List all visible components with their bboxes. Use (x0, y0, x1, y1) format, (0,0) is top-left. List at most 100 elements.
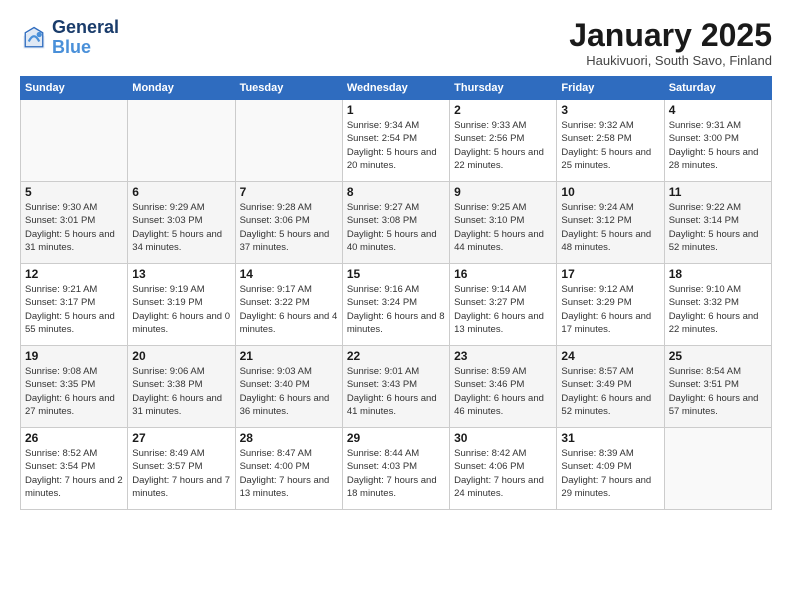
day-detail: Sunrise: 9:19 AMSunset: 3:19 PMDaylight:… (132, 283, 230, 336)
day-number: 29 (347, 431, 445, 445)
day-number: 11 (669, 185, 767, 199)
day-number: 22 (347, 349, 445, 363)
calendar-cell: 15 Sunrise: 9:16 AMSunset: 3:24 PMDayligh… (342, 264, 449, 346)
calendar-cell: 18Sunrise: 9:10 AMSunset: 3:32 PMDayligh… (664, 264, 771, 346)
day-number: 9 (454, 185, 552, 199)
weekday-header-tuesday: Tuesday (235, 77, 342, 100)
calendar-cell: 24 Sunrise: 8:57 AMSunset: 3:49 PMDayligh… (557, 346, 664, 428)
calendar-cell: 23 Sunrise: 8:59 AMSunset: 3:46 PMDayligh… (450, 346, 557, 428)
calendar-cell: 13 Sunrise: 9:19 AMSunset: 3:19 PMDayligh… (128, 264, 235, 346)
day-detail: Sunrise: 8:42 AMSunset: 4:06 PMDaylight:… (454, 447, 552, 500)
day-number: 14 (240, 267, 338, 281)
day-number: 8 (347, 185, 445, 199)
page: General Blue January 2025 Haukivuori, So… (0, 0, 792, 612)
day-number: 30 (454, 431, 552, 445)
calendar-cell: 21 Sunrise: 9:03 AMSunset: 3:40 PMDayligh… (235, 346, 342, 428)
calendar-table: SundayMondayTuesdayWednesdayThursdayFrid… (20, 76, 772, 510)
calendar-cell: 8 Sunrise: 9:27 AMSunset: 3:08 PMDaylight… (342, 182, 449, 264)
calendar-cell: 14 Sunrise: 9:17 AMSunset: 3:22 PMDayligh… (235, 264, 342, 346)
day-number: 25 (669, 349, 767, 363)
day-detail: Sunrise: 8:52 AMSunset: 3:54 PMDaylight:… (25, 447, 123, 500)
day-detail: Sunrise: 9:03 AMSunset: 3:40 PMDaylight:… (240, 365, 338, 418)
day-detail: Sunrise: 9:28 AMSunset: 3:06 PMDaylight:… (240, 201, 338, 254)
day-number: 26 (25, 431, 123, 445)
day-detail: Sunrise: 9:06 AMSunset: 3:38 PMDaylight:… (132, 365, 230, 418)
day-number: 7 (240, 185, 338, 199)
day-number: 27 (132, 431, 230, 445)
day-number: 15 (347, 267, 445, 281)
day-number: 12 (25, 267, 123, 281)
day-detail: Sunrise: 9:31 AMSunset: 3:00 PMDaylight:… (669, 119, 767, 172)
day-detail: Sunrise: 9:29 AMSunset: 3:03 PMDaylight:… (132, 201, 230, 254)
day-detail: Sunrise: 9:25 AMSunset: 3:10 PMDaylight:… (454, 201, 552, 254)
calendar-cell: 25 Sunrise: 8:54 AMSunset: 3:51 PMDayligh… (664, 346, 771, 428)
calendar-cell: 11 Sunrise: 9:22 AMSunset: 3:14 PMDayligh… (664, 182, 771, 264)
day-detail: Sunrise: 8:54 AMSunset: 3:51 PMDaylight:… (669, 365, 767, 418)
day-detail: Sunrise: 9:22 AMSunset: 3:14 PMDaylight:… (669, 201, 767, 254)
header: General Blue January 2025 Haukivuori, So… (20, 18, 772, 68)
day-number: 13 (132, 267, 230, 281)
day-number: 17 (561, 267, 659, 281)
day-number: 20 (132, 349, 230, 363)
day-number: 31 (561, 431, 659, 445)
day-detail: Sunrise: 8:49 AMSunset: 3:57 PMDaylight:… (132, 447, 230, 500)
calendar-week-5: 26 Sunrise: 8:52 AMSunset: 3:54 PMDayligh… (21, 428, 772, 510)
location: Haukivuori, South Savo, Finland (569, 53, 772, 68)
calendar-cell: 7 Sunrise: 9:28 AMSunset: 3:06 PMDaylight… (235, 182, 342, 264)
calendar-cell: 6 Sunrise: 9:29 AMSunset: 3:03 PMDaylight… (128, 182, 235, 264)
day-detail: Sunrise: 8:47 AMSunset: 4:00 PMDaylight:… (240, 447, 338, 500)
calendar-cell: 27 Sunrise: 8:49 AMSunset: 3:57 PMDayligh… (128, 428, 235, 510)
calendar-week-2: 5Sunrise: 9:30 AMSunset: 3:01 PMDaylight… (21, 182, 772, 264)
calendar-cell: 1Sunrise: 9:34 AMSunset: 2:54 PMDaylight… (342, 100, 449, 182)
day-detail: Sunrise: 8:57 AMSunset: 3:49 PMDaylight:… (561, 365, 659, 418)
title-block: January 2025 Haukivuori, South Savo, Fin… (569, 18, 772, 68)
day-number: 23 (454, 349, 552, 363)
day-detail: Sunrise: 9:17 AMSunset: 3:22 PMDaylight:… (240, 283, 338, 336)
day-detail: Sunrise: 9:16 AMSunset: 3:24 PMDaylight:… (347, 283, 445, 336)
day-number: 28 (240, 431, 338, 445)
calendar-cell (128, 100, 235, 182)
day-detail: Sunrise: 9:14 AMSunset: 3:27 PMDaylight:… (454, 283, 552, 336)
logo-icon (20, 24, 48, 52)
day-detail: Sunrise: 9:30 AMSunset: 3:01 PMDaylight:… (25, 201, 123, 254)
day-detail: Sunrise: 8:59 AMSunset: 3:46 PMDaylight:… (454, 365, 552, 418)
calendar-cell: 17 Sunrise: 9:12 AMSunset: 3:29 PMDayligh… (557, 264, 664, 346)
calendar-week-1: 1Sunrise: 9:34 AMSunset: 2:54 PMDaylight… (21, 100, 772, 182)
calendar-cell: 9 Sunrise: 9:25 AMSunset: 3:10 PMDaylight… (450, 182, 557, 264)
calendar-cell: 3 Sunrise: 9:32 AMSunset: 2:58 PMDaylight… (557, 100, 664, 182)
calendar-cell (21, 100, 128, 182)
weekday-header-sunday: Sunday (21, 77, 128, 100)
day-number: 16 (454, 267, 552, 281)
day-number: 21 (240, 349, 338, 363)
calendar-cell: 4Sunrise: 9:31 AMSunset: 3:00 PMDaylight… (664, 100, 771, 182)
day-number: 2 (454, 103, 552, 117)
calendar-cell: 2Sunrise: 9:33 AMSunset: 2:56 PMDaylight… (450, 100, 557, 182)
day-number: 3 (561, 103, 659, 117)
day-detail: Sunrise: 9:32 AMSunset: 2:58 PMDaylight:… (561, 119, 659, 172)
day-detail: Sunrise: 8:39 AMSunset: 4:09 PMDaylight:… (561, 447, 659, 500)
day-detail: Sunrise: 9:12 AMSunset: 3:29 PMDaylight:… (561, 283, 659, 336)
calendar-week-4: 19Sunrise: 9:08 AMSunset: 3:35 PMDayligh… (21, 346, 772, 428)
weekday-header-wednesday: Wednesday (342, 77, 449, 100)
calendar-cell: 12 Sunrise: 9:21 AMSunset: 3:17 PMDayligh… (21, 264, 128, 346)
calendar-cell: 20 Sunrise: 9:06 AMSunset: 3:38 PMDayligh… (128, 346, 235, 428)
calendar-cell: 31 Sunrise: 8:39 AMSunset: 4:09 PMDayligh… (557, 428, 664, 510)
day-number: 10 (561, 185, 659, 199)
weekday-header-friday: Friday (557, 77, 664, 100)
day-detail: Sunrise: 9:21 AMSunset: 3:17 PMDaylight:… (25, 283, 123, 336)
calendar-cell (235, 100, 342, 182)
day-detail: Sunrise: 9:08 AMSunset: 3:35 PMDaylight:… (25, 365, 123, 418)
calendar-cell: 16 Sunrise: 9:14 AMSunset: 3:27 PMDayligh… (450, 264, 557, 346)
calendar-cell: 28 Sunrise: 8:47 AMSunset: 4:00 PMDayligh… (235, 428, 342, 510)
calendar-cell (664, 428, 771, 510)
day-detail: Sunrise: 9:34 AMSunset: 2:54 PMDaylight:… (347, 119, 445, 172)
logo-text: General Blue (52, 18, 119, 58)
weekday-header-row: SundayMondayTuesdayWednesdayThursdayFrid… (21, 77, 772, 100)
day-number: 24 (561, 349, 659, 363)
weekday-header-saturday: Saturday (664, 77, 771, 100)
calendar-cell: 10Sunrise: 9:24 AMSunset: 3:12 PMDayligh… (557, 182, 664, 264)
day-detail: Sunrise: 9:27 AMSunset: 3:08 PMDaylight:… (347, 201, 445, 254)
weekday-header-monday: Monday (128, 77, 235, 100)
day-number: 6 (132, 185, 230, 199)
day-number: 18 (669, 267, 767, 281)
